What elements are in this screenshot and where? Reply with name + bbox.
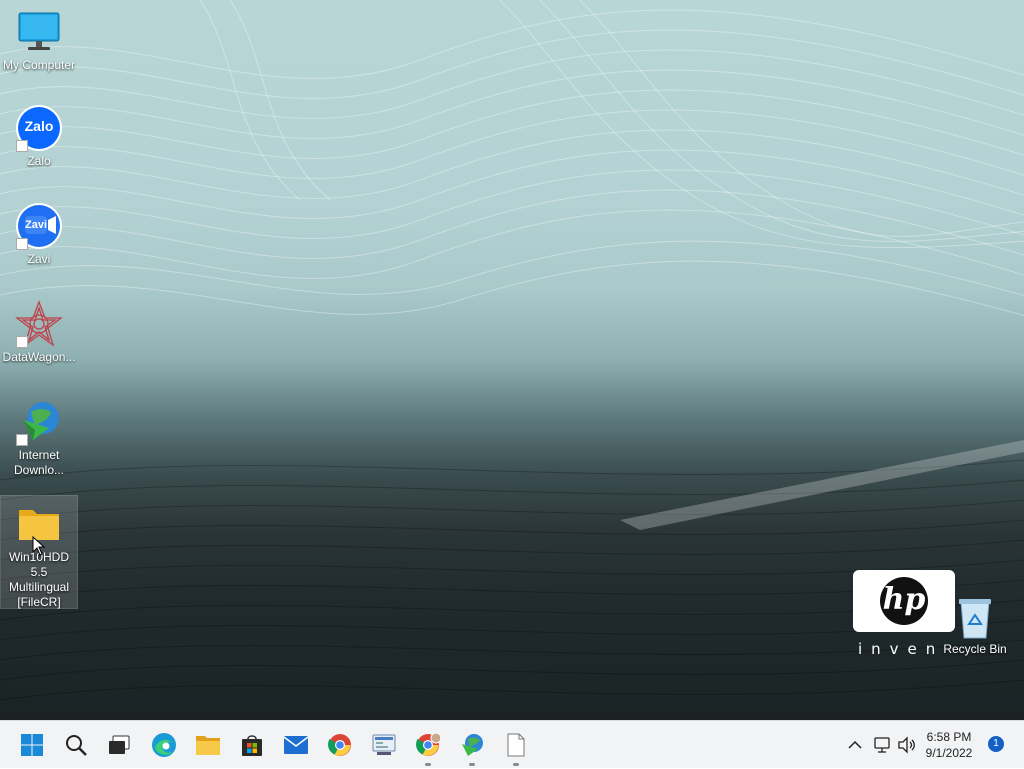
datawagon-icon [15, 300, 63, 348]
mouse-cursor-icon [32, 536, 46, 556]
chrome-profile-button[interactable] [410, 727, 446, 766]
clock-button[interactable]: 6:58 PM 9/1/2022 [914, 729, 984, 761]
mail-button[interactable] [278, 727, 314, 763]
windows-logo-icon [21, 734, 43, 756]
desktop-icon-label: Zalo [27, 154, 51, 168]
file-explorer-button[interactable] [190, 727, 226, 763]
edge-icon [152, 733, 176, 757]
mail-icon [283, 736, 309, 754]
zavi-icon: Zavi [15, 202, 63, 250]
monitor-icon [15, 8, 63, 56]
idm-icon [462, 734, 483, 756]
store-icon [242, 735, 262, 756]
document-icon [507, 733, 525, 757]
zalo-icon-text: Zalo [24, 118, 54, 134]
desktop-icon-label: Zavi [27, 252, 51, 266]
chevron-up-icon [848, 740, 862, 749]
idm-icon [15, 398, 63, 446]
notepad-button[interactable] [498, 727, 534, 766]
running-indicator [425, 763, 431, 766]
desktop-icon-label: DataWagon... [2, 350, 76, 364]
clock-time: 6:58 PM [926, 730, 972, 744]
shortcut-arrow-icon [16, 336, 28, 348]
hp-tagline: inven [858, 640, 945, 658]
chrome-icon [328, 734, 351, 756]
desktop-icon-zavi[interactable]: Zavi Zavi [1, 202, 77, 267]
shortcut-arrow-icon [16, 238, 28, 250]
network-icon [874, 737, 890, 753]
desktop-icon-label: Internet Downlo... [13, 448, 65, 477]
chrome-button[interactable] [322, 727, 358, 763]
task-view-button[interactable] [101, 727, 137, 763]
desktop-icon-recycle-bin[interactable]: Recycle Bin [937, 596, 1013, 657]
network-button[interactable] [870, 721, 894, 769]
shortcut-arrow-icon [16, 140, 28, 152]
control-panel-icon [372, 734, 396, 755]
control-panel-button[interactable] [366, 727, 402, 763]
folder-icon [196, 736, 220, 755]
desktop-icon-label: My Computer [2, 58, 76, 72]
desktop-icon-datawagon[interactable]: DataWagon... [1, 300, 77, 365]
zavi-icon-text: Zavi [24, 219, 47, 231]
search-button[interactable] [58, 727, 94, 763]
recycle-bin-icon [955, 596, 995, 640]
microsoft-store-button[interactable] [234, 727, 270, 763]
desktop-icon-internet-download-manager[interactable]: Internet Downlo... [1, 398, 77, 478]
shortcut-arrow-icon [16, 434, 28, 446]
edge-button[interactable] [146, 727, 182, 763]
chrome-icon [416, 733, 440, 756]
clock-date: 9/1/2022 [925, 746, 973, 760]
search-icon [66, 735, 87, 756]
running-indicator [469, 763, 475, 766]
desktop-icon-label: Recycle Bin [943, 642, 1007, 656]
desktop-icon-my-computer[interactable]: My Computer [1, 8, 77, 73]
taskbar: 6:58 PM 9/1/2022 1 [0, 720, 1024, 768]
notification-badge[interactable]: 1 [988, 736, 1004, 752]
task-view-icon [109, 735, 130, 754]
zalo-icon: Zalo [15, 104, 63, 152]
running-indicator [513, 763, 519, 766]
desktop-icon-label: Win10HDD 5.5 Multilingual [FileCR] [8, 550, 70, 609]
show-hidden-icons-button[interactable] [843, 721, 867, 769]
start-button[interactable] [14, 727, 50, 763]
internet-download-manager-button[interactable] [454, 727, 490, 766]
desktop-icon-zalo[interactable]: Zalo Zalo [1, 104, 77, 169]
desktop[interactable]: My Computer Zalo Zalo Zavi Zavi DataWago… [0, 0, 1024, 720]
